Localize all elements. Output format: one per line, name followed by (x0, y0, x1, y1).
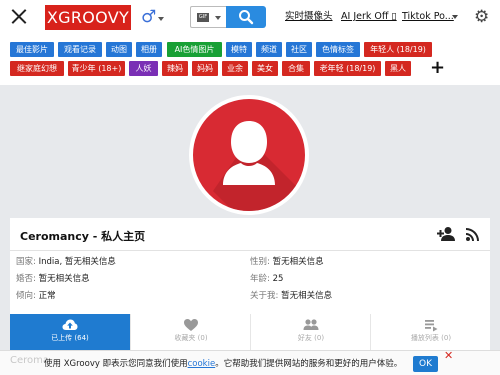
plus-icon[interactable]: + (430, 59, 445, 77)
info-gender: 性别: 暂无相关信息 (250, 257, 324, 267)
tab-label: 已上传 (64) (51, 334, 89, 342)
cookie-banner: Ceroma 使用 XGroovy 即表示您同意我们使用cookie。它帮助我们… (0, 349, 500, 375)
category-tag[interactable]: 观看记录 (58, 42, 102, 57)
gear-icon[interactable]: ⚙ (474, 7, 494, 27)
playlist-icon (425, 320, 438, 332)
category-tag[interactable]: 频道 (256, 42, 282, 57)
tab-uploaded[interactable]: 已上传 (64) (10, 314, 130, 350)
category-tag[interactable]: 继家庭幻想 (10, 61, 64, 76)
user-silhouette-icon (213, 121, 305, 211)
chevron-down-icon (158, 17, 164, 21)
divider (10, 250, 490, 251)
category-tag[interactable]: 黑人 (385, 61, 411, 76)
friends-icon (303, 319, 319, 330)
category-tag[interactable]: 青少年 (18+) (68, 61, 125, 76)
category-tag[interactable]: 年轻人 (18/19) (364, 42, 432, 57)
close-icon[interactable]: ✕ (444, 349, 453, 362)
tiktok-link[interactable]: Tiktok Po... (402, 10, 454, 24)
tab-playlists[interactable]: 播放列表 (0) (370, 314, 490, 350)
category-tag[interactable]: 美女 (252, 61, 278, 76)
cookie-message: 使用 XGroovy 即表示您同意我们使用cookie。它帮助我们提供网站的服务… (44, 359, 403, 369)
tab-label: 播放列表 (0) (410, 334, 452, 342)
category-tag[interactable]: 动图 (106, 42, 132, 57)
tab-label: 好友 (0) (297, 334, 325, 342)
rss-icon[interactable] (466, 227, 480, 241)
category-tag[interactable]: 老年轻 (18/19) (314, 61, 381, 76)
category-tag[interactable]: AI色情图片 (167, 42, 222, 57)
chevron-down-icon (215, 16, 221, 20)
category-tag[interactable]: 相册 (136, 42, 162, 57)
gif-icon: GIF (197, 13, 209, 22)
tab-friends[interactable]: 好友 (0) (250, 314, 370, 350)
add-friend-icon[interactable] (437, 226, 455, 242)
category-tag[interactable]: 色情标签 (316, 42, 360, 57)
chevron-down-icon[interactable] (452, 15, 458, 19)
category-tag[interactable]: 辣妈 (162, 61, 188, 76)
category-tag[interactable]: 最佳影片 (10, 42, 54, 57)
info-country: 国家: India, 暂无相关信息 (16, 257, 116, 267)
category-tag[interactable]: 合集 (282, 61, 310, 76)
avatar (189, 95, 309, 215)
site-header: XGROOVY ♂ GIF 实时摄像头 AI Jerk Off ▯ Tiktok… (0, 0, 500, 85)
category-tag[interactable]: 业余 (222, 61, 248, 76)
category-tag[interactable]: 妈妈 (192, 61, 218, 76)
info-about: 关于我: 暂无相关信息 (250, 291, 333, 301)
search-button[interactable] (226, 6, 266, 28)
search-type-select[interactable]: GIF (190, 6, 226, 28)
tab-favorites[interactable]: 收藏夹 (0) (130, 314, 250, 350)
profile-card: Ceromancy - 私人主页 国家: India, 暂无相关信息 性别: 暂… (10, 218, 490, 350)
ai-link[interactable]: AI Jerk Off ▯ (341, 10, 397, 24)
close-icon[interactable] (8, 6, 30, 28)
ok-button[interactable]: OK (413, 356, 438, 372)
tab-label: 收藏夹 (0) (174, 334, 208, 342)
cloud-upload-icon (62, 319, 78, 330)
category-tag[interactable]: 模特 (226, 42, 252, 57)
info-marital: 婚否: 暂无相关信息 (16, 274, 90, 284)
page-title: Ceromancy - 私人主页 (20, 230, 146, 243)
gender-selector[interactable]: ♂ (141, 6, 165, 28)
live-cams-link[interactable]: 实时摄像头 (285, 10, 333, 24)
info-orientation: 倾向: 正常 (16, 291, 56, 301)
gender-male-icon: ♂ (141, 7, 157, 27)
search-icon (239, 10, 254, 25)
profile-tabs: 已上传 (64) 收藏夹 (0) 好友 (0) 播放列表 (0) (10, 314, 490, 350)
category-tag[interactable]: 社区 (286, 42, 312, 57)
heart-icon (184, 319, 198, 331)
site-logo[interactable]: XGROOVY (45, 5, 131, 30)
info-age: 年龄: 25 (250, 274, 284, 284)
category-tag[interactable]: 人妖 (129, 61, 158, 76)
cookie-link[interactable]: cookie (188, 359, 216, 369)
